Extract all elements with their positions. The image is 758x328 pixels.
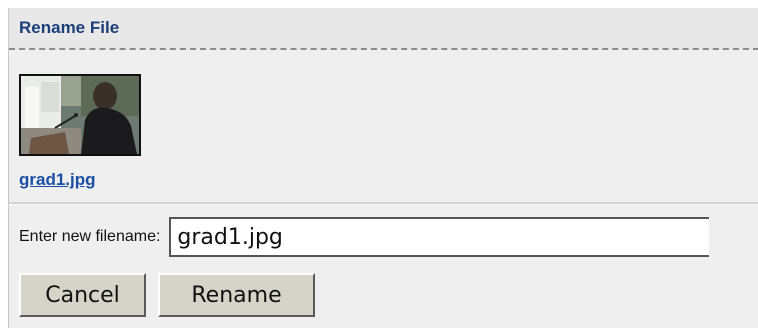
panel-title: Rename File	[19, 18, 120, 37]
filename-row: Enter new filename:	[9, 205, 758, 257]
filename-link[interactable]: grad1.jpg	[19, 170, 96, 190]
image-thumbnail[interactable]	[19, 74, 141, 156]
rename-file-panel: Rename File grad1.jpg Enter new filename…	[8, 8, 758, 328]
filename-input[interactable]	[169, 217, 710, 257]
cancel-button[interactable]: Cancel	[19, 273, 146, 317]
file-preview: grad1.jpg	[9, 50, 758, 202]
rename-button[interactable]: Rename	[158, 273, 315, 317]
filename-label: Enter new filename:	[19, 228, 161, 245]
action-buttons: Cancel Rename	[9, 257, 758, 317]
panel-header: Rename File	[9, 8, 758, 50]
photo-graphic	[21, 76, 139, 154]
